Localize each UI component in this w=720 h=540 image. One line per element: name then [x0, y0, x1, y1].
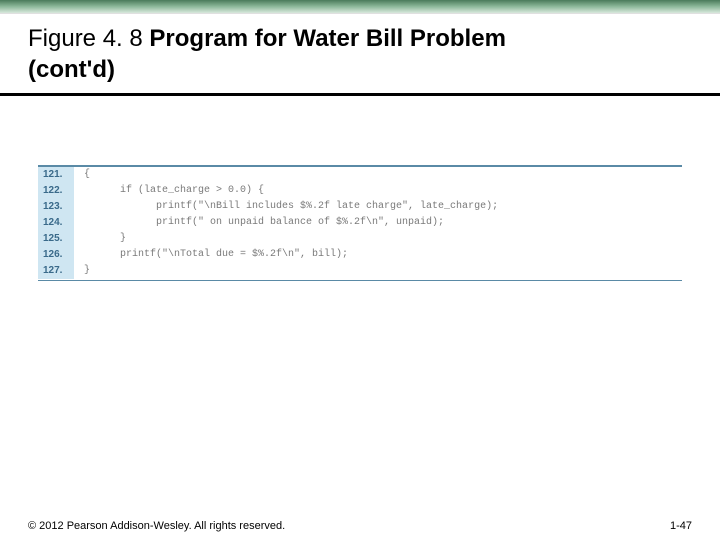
slide-footer: © 2012 Pearson Addison-Wesley. All right…	[0, 520, 720, 532]
code-line: 126. printf("\nTotal due = $%.2f\n", bil…	[38, 247, 682, 263]
line-number: 122.	[38, 183, 74, 199]
code-listing: 121. { 122. if (late_charge > 0.0) { 123…	[38, 165, 682, 281]
code-line: 122. if (late_charge > 0.0) {	[38, 183, 682, 199]
code-line: 124. printf(" on unpaid balance of $%.2f…	[38, 215, 682, 231]
code-bottom-rule	[38, 280, 682, 281]
code-line: 123. printf("\nBill includes $%.2f late …	[38, 199, 682, 215]
top-gradient-bar	[0, 0, 720, 14]
figure-heading: Program for Water Bill Problem	[149, 25, 506, 52]
code-text: {	[74, 167, 682, 183]
line-number: 124.	[38, 215, 74, 231]
figure-number: Figure 4. 8	[28, 25, 143, 52]
line-number: 125.	[38, 231, 74, 247]
code-text: if (late_charge > 0.0) {	[74, 183, 682, 199]
code-text: }	[74, 263, 682, 279]
line-number: 126.	[38, 247, 74, 263]
code-line: 127. }	[38, 263, 682, 279]
line-number: 127.	[38, 263, 74, 279]
line-number: 121.	[38, 167, 74, 183]
code-text: }	[74, 231, 682, 247]
code-text: printf("\nBill includes $%.2f late charg…	[74, 199, 682, 215]
code-line: 125. }	[38, 231, 682, 247]
copyright-text: © 2012 Pearson Addison-Wesley. All right…	[28, 520, 285, 532]
line-number: 123.	[38, 199, 74, 215]
code-text: printf("\nTotal due = $%.2f\n", bill);	[74, 247, 682, 263]
code-line: 121. {	[38, 167, 682, 183]
figure-continued: (cont'd)	[28, 55, 692, 86]
title-divider	[0, 93, 720, 96]
page-number: 1-47	[670, 520, 692, 532]
slide-title: Figure 4. 8 Program for Water Bill Probl…	[0, 14, 720, 93]
code-text: printf(" on unpaid balance of $%.2f\n", …	[74, 215, 682, 231]
